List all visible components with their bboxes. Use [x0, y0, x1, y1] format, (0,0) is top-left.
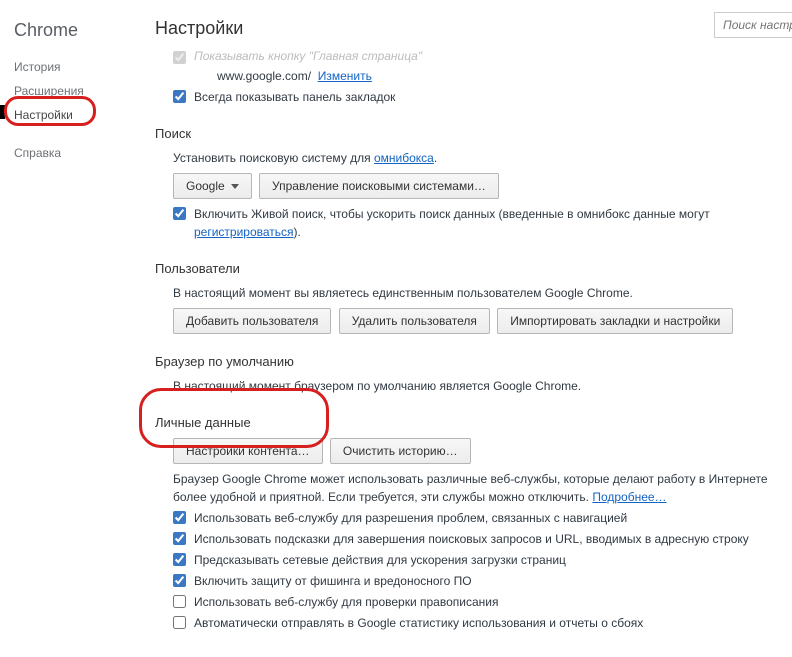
sidebar: Chrome История Расширения Настройки Спра… [0, 0, 140, 165]
privacy-checkbox-3[interactable] [173, 574, 186, 587]
always-bookmarks-bar-row: Всегда показывать панель закладок [173, 88, 792, 106]
manage-search-engines-button[interactable]: Управление поисковыми системами… [259, 173, 499, 199]
privacy-checkbox-4[interactable] [173, 595, 186, 608]
privacy-label-5: Автоматически отправлять в Google статис… [194, 614, 792, 632]
privacy-label-3: Включить защиту от фишинга и вредоносног… [194, 572, 792, 590]
show-home-button-row: Показывать кнопку "Главная страница" [173, 49, 792, 64]
instant-text-1: Включить Живой поиск, чтобы ускорить пои… [194, 207, 710, 221]
section-users-title: Пользователи [155, 261, 792, 276]
instant-checkbox[interactable] [173, 207, 186, 220]
privacy-check-3: Включить защиту от фишинга и вредоносног… [173, 572, 792, 590]
section-default-browser-title: Браузер по умолчанию [155, 354, 792, 369]
privacy-label-1: Использовать подсказки для завершения по… [194, 530, 792, 548]
instant-text-2: ). [294, 225, 301, 239]
default-browser-desc: В настоящий момент браузером по умолчани… [173, 377, 792, 395]
section-users: Пользователи В настоящий момент вы являе… [155, 261, 792, 334]
homepage-url: www.google.com/ [217, 69, 311, 83]
add-user-button[interactable]: Добавить пользователя [173, 308, 331, 334]
sidebar-item-help[interactable]: Справка [14, 141, 140, 165]
section-search-title: Поиск [155, 126, 792, 141]
privacy-check-1: Использовать подсказки для завершения по… [173, 530, 792, 548]
homepage-url-row: www.google.com/ Изменить [217, 67, 792, 85]
page-title: Настройки [155, 18, 792, 39]
privacy-label-0: Использовать веб-службу для разрешения п… [194, 509, 792, 527]
section-privacy: Личные данные Настройки контента… Очисти… [155, 415, 792, 632]
privacy-desc: Браузер Google Chrome может использовать… [173, 470, 792, 506]
main-content: Настройки Показывать кнопку "Главная стр… [155, 18, 792, 657]
section-search: Поиск Установить поисковую систему для о… [155, 126, 792, 241]
instant-row: Включить Живой поиск, чтобы ускорить пои… [173, 205, 792, 241]
privacy-check-5: Автоматически отправлять в Google статис… [173, 614, 792, 632]
app-title: Chrome [14, 20, 140, 41]
always-bookmarks-bar-checkbox[interactable] [173, 90, 186, 103]
show-home-button-label: Показывать кнопку "Главная страница" [194, 49, 422, 63]
privacy-checkbox-1[interactable] [173, 532, 186, 545]
omnibox-link[interactable]: омнибокса [374, 151, 434, 165]
privacy-checkbox-2[interactable] [173, 553, 186, 566]
always-bookmarks-bar-label: Всегда показывать панель закладок [194, 88, 792, 106]
privacy-checkbox-0[interactable] [173, 511, 186, 524]
sidebar-item-extensions[interactable]: Расширения [14, 79, 140, 103]
privacy-desc-text: Браузер Google Chrome может использовать… [173, 472, 768, 504]
search-engine-dropdown[interactable]: Google [173, 173, 252, 199]
import-bookmarks-button[interactable]: Импортировать закладки и настройки [497, 308, 733, 334]
sidebar-item-settings[interactable]: Настройки [14, 103, 140, 127]
search-desc: Установить поисковую систему для омнибок… [173, 149, 792, 167]
chevron-down-icon [231, 184, 239, 189]
clear-history-button[interactable]: Очистить историю… [330, 438, 471, 464]
instant-label: Включить Живой поиск, чтобы ускорить пои… [194, 205, 792, 241]
privacy-check-0: Использовать веб-службу для разрешения п… [173, 509, 792, 527]
privacy-check-4: Использовать веб-службу для проверки пра… [173, 593, 792, 611]
privacy-learn-more-link[interactable]: Подробнее… [592, 490, 666, 504]
privacy-check-2: Предсказывать сетевые действия для ускор… [173, 551, 792, 569]
instant-register-link[interactable]: регистрироваться [194, 225, 294, 239]
search-engine-selected: Google [186, 178, 225, 194]
privacy-label-4: Использовать веб-службу для проверки пра… [194, 593, 792, 611]
users-desc: В настоящий момент вы являетесь единстве… [173, 284, 792, 302]
privacy-checkbox-5[interactable] [173, 616, 186, 629]
search-desc-text: Установить поисковую систему для [173, 151, 374, 165]
sidebar-item-history[interactable]: История [14, 55, 140, 79]
section-homepage: Показывать кнопку "Главная страница" www… [155, 49, 792, 106]
homepage-change-link[interactable]: Изменить [318, 69, 372, 83]
remove-user-button[interactable]: Удалить пользователя [339, 308, 490, 334]
content-settings-button[interactable]: Настройки контента… [173, 438, 323, 464]
section-default-browser: Браузер по умолчанию В настоящий момент … [155, 354, 792, 395]
section-privacy-title: Личные данные [155, 415, 792, 430]
privacy-label-2: Предсказывать сетевые действия для ускор… [194, 551, 792, 569]
show-home-button-checkbox[interactable] [173, 51, 186, 64]
